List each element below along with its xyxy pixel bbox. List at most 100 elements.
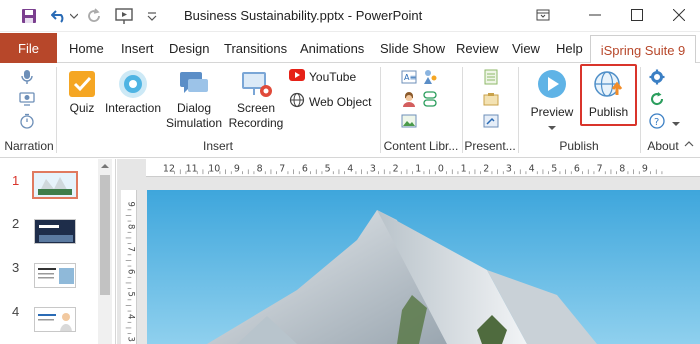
ruler-tick-label: 2 bbox=[483, 163, 489, 174]
ruler-tick-label: 6 bbox=[574, 163, 580, 174]
minimize-button[interactable] bbox=[580, 4, 610, 26]
ruler-tick-label: 0 bbox=[438, 163, 444, 174]
current-slide[interactable] bbox=[147, 190, 700, 344]
quiz-icon bbox=[65, 67, 99, 101]
ruler-tick-label: 7 bbox=[279, 163, 285, 174]
ruler-tick-label: 5 bbox=[325, 163, 331, 174]
undo-icon[interactable] bbox=[50, 6, 68, 26]
group-label-presenter: Present... bbox=[464, 139, 516, 153]
ruler-tick-label: 6 bbox=[302, 163, 308, 174]
tab-design[interactable]: Design bbox=[169, 33, 209, 63]
record-video-icon[interactable] bbox=[18, 90, 36, 108]
dialog-simulation-icon bbox=[177, 67, 211, 101]
content-library-templates-icon[interactable] bbox=[421, 68, 439, 86]
content-library-backgrounds-icon[interactable] bbox=[400, 112, 418, 130]
record-audio-icon[interactable] bbox=[18, 68, 36, 86]
ruler-tick-label: 9 bbox=[234, 163, 240, 174]
quiz-button[interactable]: Quiz bbox=[64, 67, 100, 116]
presentation-settings-icon[interactable] bbox=[482, 112, 500, 130]
youtube-icon bbox=[289, 69, 305, 84]
interaction-button[interactable]: Interaction bbox=[102, 67, 164, 116]
svg-text:A≡: A≡ bbox=[404, 73, 416, 82]
screen-recording-button[interactable]: Screen Recording bbox=[226, 67, 286, 131]
content-library-characters-icon[interactable]: A≡ bbox=[400, 68, 418, 86]
preview-label: Preview bbox=[530, 105, 574, 119]
ruler-tick-label: 3 bbox=[370, 163, 376, 174]
screen-label-line1: Screen bbox=[236, 101, 276, 115]
tab-ispring-suite[interactable]: iSpring Suite 9 bbox=[590, 35, 696, 64]
ruler-tick-label: 5 bbox=[551, 163, 557, 174]
ruler-tick-label: 9 bbox=[127, 202, 137, 207]
tab-insert[interactable]: Insert bbox=[121, 33, 154, 63]
interaction-icon bbox=[116, 67, 150, 101]
interaction-label: Interaction bbox=[104, 101, 162, 115]
tab-view[interactable]: View bbox=[512, 33, 540, 63]
present-from-start-icon[interactable] bbox=[113, 6, 135, 26]
tab-slide-show[interactable]: Slide Show bbox=[380, 33, 445, 63]
tab-review[interactable]: Review bbox=[456, 33, 499, 63]
slide-thumbnail-1[interactable] bbox=[32, 171, 78, 199]
ruler-tick-label: 6 bbox=[127, 269, 137, 274]
tab-help[interactable]: Help bbox=[556, 33, 583, 63]
collapse-ribbon-icon[interactable] bbox=[680, 135, 698, 153]
ruler-tick-label: 8 bbox=[619, 163, 625, 174]
slide-number: 4 bbox=[12, 304, 20, 319]
ruler-tick-label: 10 bbox=[208, 163, 220, 174]
screen-label-line2: Recording bbox=[228, 116, 284, 130]
save-icon[interactable] bbox=[20, 6, 38, 26]
preview-dropdown-icon[interactable] bbox=[548, 120, 556, 134]
sync-timer-icon[interactable] bbox=[18, 112, 36, 130]
youtube-button[interactable]: YouTube bbox=[289, 69, 356, 84]
slide-thumbnail-3[interactable] bbox=[34, 263, 76, 288]
close-button[interactable] bbox=[664, 4, 694, 26]
slide-number: 1 bbox=[12, 173, 20, 188]
slide-thumbnail-2[interactable] bbox=[34, 219, 76, 244]
slide-thumbnail-4[interactable] bbox=[34, 307, 76, 332]
ribbon-display-options-icon[interactable] bbox=[528, 4, 558, 26]
ribbon-tabs: File Home Insert Design Transitions Anim… bbox=[0, 33, 700, 64]
scroll-up-icon[interactable] bbox=[99, 160, 111, 172]
maximize-button[interactable] bbox=[622, 4, 652, 26]
youtube-label: YouTube bbox=[309, 69, 357, 84]
tab-home[interactable]: Home bbox=[69, 33, 104, 63]
ruler-tick-label: 12 bbox=[163, 163, 175, 174]
thumbnail-scrollbar-thumb[interactable] bbox=[100, 175, 110, 295]
ruler-tick-label: 3 bbox=[506, 163, 512, 174]
ruler-tick-label: 7 bbox=[126, 247, 136, 252]
ruler-tick-label: 8 bbox=[127, 224, 137, 229]
horizontal-ruler: 12 11 10 9 8 7 6 5 4 3 2 1 0 1 2 3 4 5 6 7 8 9 bbox=[146, 159, 700, 177]
help-dropdown-icon[interactable] bbox=[667, 115, 685, 133]
ruler-tick-label: 11 bbox=[186, 163, 198, 174]
undo-dropdown-icon[interactable] bbox=[69, 6, 79, 26]
presenter-info-icon[interactable] bbox=[482, 90, 500, 108]
group-label-publish: Publish bbox=[559, 139, 599, 153]
group-label-about: About bbox=[647, 139, 679, 153]
ruler-tick-label: 1 bbox=[461, 163, 467, 174]
customize-qat-icon[interactable] bbox=[146, 6, 158, 26]
tab-file[interactable]: File bbox=[0, 33, 57, 63]
group-label-content-library: Content Libr... bbox=[383, 139, 459, 153]
tab-transitions[interactable]: Transitions bbox=[224, 33, 287, 63]
ruler-tick-label: 7 bbox=[597, 163, 603, 174]
help-question-icon[interactable]: ? bbox=[648, 112, 666, 130]
vertical-ruler: 9 8 7 6 5 4 3 bbox=[121, 190, 137, 344]
content-library-people-icon[interactable] bbox=[400, 90, 418, 108]
web-object-button[interactable]: Web Object bbox=[289, 92, 371, 111]
ruler-tick-label: 4 bbox=[347, 163, 353, 174]
publish-highlight-frame bbox=[580, 64, 637, 126]
tab-animations[interactable]: Animations bbox=[300, 33, 364, 63]
check-updates-icon[interactable] bbox=[648, 90, 666, 108]
slide-number: 3 bbox=[12, 260, 20, 275]
dialog-simulation-button[interactable]: Dialog Simulation bbox=[164, 67, 224, 131]
redo-icon[interactable] bbox=[85, 6, 103, 26]
ruler-tick-label: 2 bbox=[393, 163, 399, 174]
preview-button[interactable]: Preview bbox=[526, 67, 578, 134]
screen-recording-icon bbox=[239, 67, 273, 101]
presentation-resources-icon[interactable] bbox=[482, 68, 500, 86]
preview-icon bbox=[535, 67, 569, 101]
quiz-label: Quiz bbox=[69, 101, 95, 115]
ruler-tick-label: 3 bbox=[126, 337, 136, 342]
group-label-insert: Insert bbox=[202, 139, 233, 153]
content-library-icons-icon[interactable] bbox=[421, 90, 439, 108]
settings-gear-icon[interactable] bbox=[648, 68, 666, 86]
